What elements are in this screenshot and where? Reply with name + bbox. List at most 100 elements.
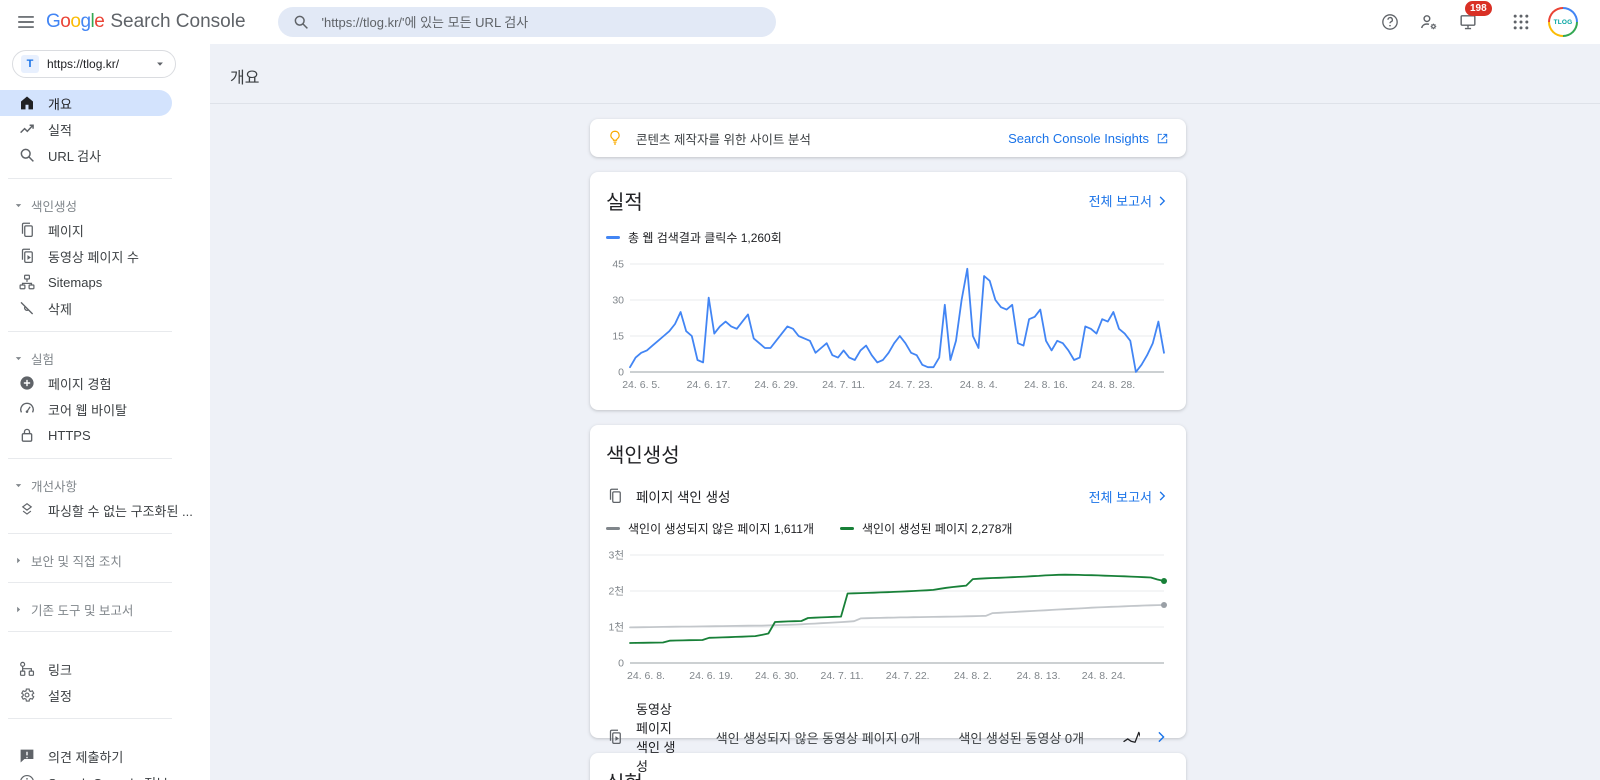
svg-text:2천: 2천 <box>609 586 625 598</box>
topbar-actions: 198 TLOG <box>1378 7 1600 37</box>
property-selector[interactable]: T https://tlog.kr/ <box>12 50 176 78</box>
sidebar-item-label: 링크 <box>48 660 72 679</box>
sidebar-item-url-inspection[interactable]: URL 검사 <box>0 142 172 168</box>
svg-text:3천: 3천 <box>609 550 625 562</box>
svg-text:24. 6. 8.: 24. 6. 8. <box>627 670 665 682</box>
sidebar-item-label: 파싱할 수 없는 구조화된 ... <box>48 501 193 520</box>
sidebar-section-experience[interactable]: 실험 <box>0 346 210 370</box>
links-icon <box>18 660 36 678</box>
home-icon <box>18 94 36 112</box>
sidebar-divider <box>8 582 172 583</box>
sidebar-divider <box>8 331 172 332</box>
sidebar-section-label: 색인생성 <box>31 196 77 215</box>
info-icon <box>18 773 36 780</box>
google-logo-letter: o <box>60 11 70 32</box>
sidebar-divider <box>8 631 172 632</box>
insights-link-label: Search Console Insights <box>1008 131 1149 146</box>
svg-text:15: 15 <box>612 331 624 343</box>
settings-icon <box>18 686 36 704</box>
sidebar-section-indexing[interactable]: 색인생성 <box>0 193 210 217</box>
svg-text:24. 8. 28.: 24. 8. 28. <box>1091 379 1135 391</box>
sidebar-item-sitemaps[interactable]: Sitemaps <box>0 269 172 295</box>
sidebar-item-https[interactable]: HTTPS <box>0 422 172 448</box>
top-bar: Google Search Console 198 TLOG <box>0 0 1600 44</box>
video-pages-icon <box>606 728 624 746</box>
performance-full-report-link[interactable]: 전체 보고서 <box>1089 191 1170 210</box>
insights-link[interactable]: Search Console Insights <box>1008 131 1170 146</box>
search-icon <box>292 13 310 31</box>
svg-text:24. 8. 13.: 24. 8. 13. <box>1017 670 1061 682</box>
indexing-chart: 01천2천3천24. 6. 8.24. 6. 19.24. 6. 30.24. … <box>606 547 1170 685</box>
svg-text:24. 6. 30.: 24. 6. 30. <box>755 670 799 682</box>
sidebar-nav: 개요실적 URL 검사색인생성페이지동영상 페이지 수 Sitemaps 삭제실험페이… <box>0 90 210 780</box>
insights-banner: 콘텐츠 제작자를 위한 사이트 분석 Search Console Insigh… <box>590 119 1186 157</box>
sidebar-divider <box>8 178 172 179</box>
sidebar-item-label: 의견 제출하기 <box>48 747 123 766</box>
performance-icon <box>18 120 36 138</box>
sidebar-item-label: Sitemaps <box>48 275 102 290</box>
main-menu-button[interactable] <box>8 4 44 40</box>
chevron-right-icon[interactable] <box>1152 728 1170 746</box>
svg-text:24. 7. 22.: 24. 7. 22. <box>886 670 930 682</box>
sidebar-section-label: 기존 도구 및 보고서 <box>31 600 133 619</box>
sidebar-item-label: HTTPS <box>48 428 91 443</box>
full-report-label: 전체 보고서 <box>1089 487 1152 506</box>
account-avatar[interactable]: TLOG <box>1548 7 1578 37</box>
sidebar-item-about[interactable]: Search Console 정보 <box>0 769 172 780</box>
help-icon[interactable] <box>1378 10 1402 34</box>
url-inspect-icon <box>18 146 36 164</box>
sidebar-item-label: 페이지 <box>48 221 84 240</box>
sidebar-divider <box>8 718 172 719</box>
legend-label: 총 웹 검색결과 클릭수 1,260회 <box>628 229 782 246</box>
sidebar-item-video-pages[interactable]: 동영상 페이지 수 <box>0 243 172 269</box>
svg-text:24. 6. 19.: 24. 6. 19. <box>689 670 733 682</box>
indexing-legend-indexed: 색인이 생성된 페이지 2,278개 <box>840 520 1012 537</box>
sidebar-gap <box>0 642 210 656</box>
sidebar-item-feedback[interactable]: 의견 제출하기 <box>0 743 172 769</box>
sidebar-item-label: URL 검사 <box>48 146 101 165</box>
sidebar-item-links[interactable]: 링크 <box>0 656 172 682</box>
legend-dash <box>606 527 620 530</box>
announcements-icon[interactable]: 198 <box>1456 10 1480 34</box>
sidebar-item-pages[interactable]: 페이지 <box>0 217 172 243</box>
svg-text:24. 8. 2.: 24. 8. 2. <box>954 670 992 682</box>
sidebar-item-label: 삭제 <box>48 299 72 318</box>
avatar-text: TLOG <box>1550 9 1576 35</box>
sidebar-item-core-web-vitals[interactable]: 코어 웹 바이탈 <box>0 396 172 422</box>
pages-icon <box>606 487 624 505</box>
pages-icon <box>18 221 36 239</box>
apps-grid-icon[interactable] <box>1509 10 1533 34</box>
manage-users-icon[interactable] <box>1417 10 1441 34</box>
sidebar-item-settings[interactable]: 설정 <box>0 682 172 708</box>
sidebar-divider <box>8 533 172 534</box>
notification-badge: 198 <box>1465 1 1492 16</box>
sidebar-item-removals[interactable]: 삭제 <box>0 295 172 321</box>
hamburger-icon <box>15 11 37 33</box>
product-name: Search Console <box>110 11 245 33</box>
legend-label: 색인이 생성된 페이지 2,278개 <box>862 520 1012 537</box>
google-logo-letter: G <box>46 11 60 32</box>
sidebar-item-unparsable-structured-data[interactable]: 파싱할 수 없는 구조화된 ... <box>0 497 172 523</box>
legend-label: 색인이 생성되지 않은 페이지 1,611개 <box>628 520 814 537</box>
url-inspect-input[interactable] <box>320 14 762 31</box>
legend-dash <box>606 236 620 239</box>
sidebar-section-enhancements[interactable]: 개선사항 <box>0 473 210 497</box>
sidebar-item-page-experience[interactable]: 페이지 경험 <box>0 370 172 396</box>
page-indexing-subtitle: 페이지 색인 생성 <box>636 486 730 506</box>
url-inspect-searchbar[interactable] <box>278 7 776 37</box>
app-logo[interactable]: Google Search Console <box>46 11 246 33</box>
sidebar-section-legacy-tools[interactable]: 기존 도구 및 보고서 <box>0 597 210 621</box>
property-url: https://tlog.kr/ <box>47 57 145 71</box>
performance-card-title: 실적 <box>606 186 643 215</box>
svg-text:24. 6. 17.: 24. 6. 17. <box>687 379 731 391</box>
svg-text:0: 0 <box>618 658 624 670</box>
sidebar-section-security-manual-actions[interactable]: 보안 및 직접 조치 <box>0 548 210 572</box>
sidebar-section-label: 실험 <box>31 349 54 368</box>
sidebar-gap <box>0 729 210 743</box>
sidebar-item-overview[interactable]: 개요 <box>0 90 172 116</box>
structured-data-icon <box>18 501 36 519</box>
caret-down-icon <box>12 199 25 212</box>
indexing-full-report-link[interactable]: 전체 보고서 <box>1089 487 1170 506</box>
sidebar-item-performance[interactable]: 실적 <box>0 116 172 142</box>
property-initial: T <box>21 55 39 73</box>
